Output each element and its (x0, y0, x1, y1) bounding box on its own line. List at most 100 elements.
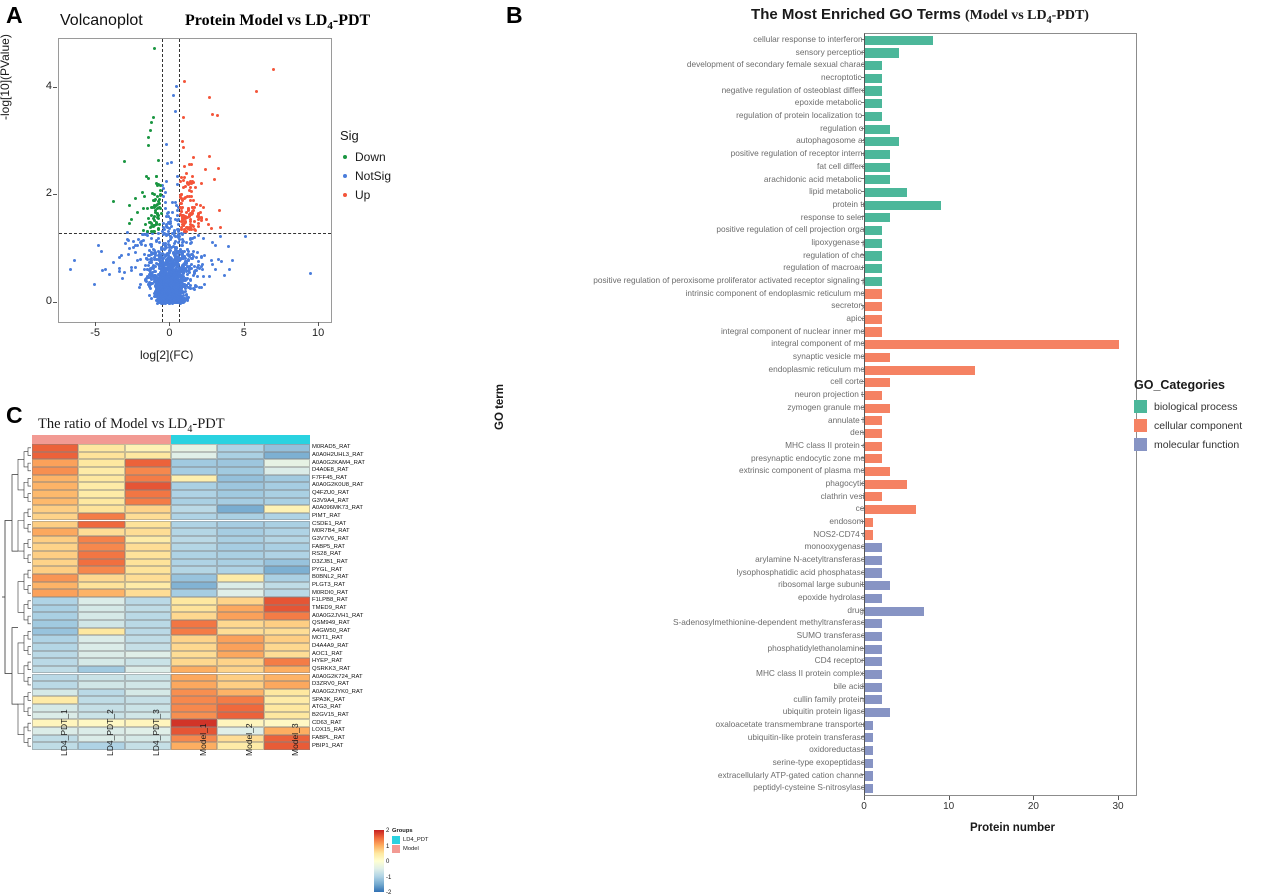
heatmap-cell[interactable] (263, 604, 310, 613)
go-term-row[interactable] (865, 402, 1136, 415)
heatmap-cell[interactable] (32, 466, 79, 475)
heatmap-row[interactable] (32, 558, 310, 567)
heatmap-cell[interactable] (263, 566, 310, 575)
go-term-bar[interactable] (865, 669, 882, 680)
heatmap-cell[interactable] (78, 574, 125, 582)
heatmap-cell[interactable] (78, 642, 125, 651)
heatmap-cell[interactable] (263, 497, 310, 506)
heatmap-cell[interactable] (32, 627, 79, 636)
heatmap-cell[interactable] (217, 528, 264, 536)
heatmap-cell[interactable] (78, 581, 125, 590)
heatmap-cell[interactable] (217, 543, 264, 552)
heatmap-cell[interactable] (124, 459, 171, 467)
heatmap-cell[interactable] (263, 658, 310, 666)
heatmap-cell[interactable] (263, 597, 310, 605)
heatmap-cell[interactable] (78, 528, 125, 536)
heatmap-cell[interactable] (217, 734, 264, 743)
go-term-row[interactable] (865, 110, 1136, 123)
heatmap-cell[interactable] (170, 597, 218, 605)
heatmap-cell[interactable] (124, 604, 171, 613)
heatmap-cell[interactable] (170, 581, 218, 590)
heatmap-row[interactable] (32, 512, 310, 521)
heatmap-row[interactable] (32, 505, 310, 513)
heatmap-cell[interactable] (263, 688, 310, 697)
heatmap-cell[interactable] (217, 635, 264, 643)
heatmap-row[interactable] (32, 474, 310, 483)
heatmap-row[interactable] (32, 635, 310, 643)
heatmap-cell[interactable] (78, 444, 125, 452)
heatmap-cell[interactable] (78, 459, 125, 467)
heatmap-cell[interactable] (124, 497, 171, 506)
go-term-bar[interactable] (865, 746, 874, 756)
go-term-bar[interactable] (865, 784, 874, 794)
go-term-row[interactable] (865, 440, 1136, 453)
go-term-row[interactable] (865, 300, 1136, 313)
go-term-bar[interactable] (865, 682, 882, 692)
heatmap-cell[interactable] (32, 635, 79, 643)
heatmap-cell[interactable] (170, 528, 218, 536)
heatmap-cell[interactable] (170, 642, 218, 651)
heatmap-cell[interactable] (78, 551, 125, 559)
heatmap-cell[interactable] (263, 482, 310, 490)
heatmap-cell[interactable] (124, 489, 171, 498)
heatmap-cell[interactable] (32, 688, 79, 697)
go-term-bar[interactable] (865, 340, 1120, 350)
heatmap-cell[interactable] (124, 482, 171, 490)
go-term-bar[interactable] (865, 149, 891, 160)
go-term-bar[interactable] (865, 733, 874, 743)
go-term-row[interactable] (865, 250, 1136, 263)
go-term-bar[interactable] (865, 454, 882, 464)
go-term-row[interactable] (865, 744, 1136, 757)
heatmap-cell[interactable] (124, 505, 171, 513)
heatmap-cell[interactable] (170, 650, 218, 659)
heatmap-row[interactable] (32, 642, 310, 651)
heatmap-cell[interactable] (170, 520, 218, 529)
heatmap-cell[interactable] (217, 451, 264, 460)
heatmap-cell[interactable] (124, 551, 171, 559)
heatmap-cell[interactable] (263, 704, 310, 712)
heatmap-cell[interactable] (263, 681, 310, 689)
heatmap-cell[interactable] (263, 627, 310, 636)
heatmap-cell[interactable] (32, 497, 79, 506)
heatmap-cell[interactable] (217, 482, 264, 490)
go-term-bar[interactable] (865, 365, 976, 375)
heatmap-cell[interactable] (263, 711, 310, 720)
heatmap-cell[interactable] (32, 566, 79, 575)
go-term-row[interactable] (865, 351, 1136, 364)
heatmap-cell[interactable] (124, 673, 171, 682)
heatmap-cell[interactable] (263, 642, 310, 651)
groups-legend-item[interactable]: Model (392, 845, 428, 853)
heatmap-cell[interactable] (263, 459, 310, 467)
heatmap-cell[interactable] (170, 604, 218, 613)
heatmap-cell[interactable] (263, 665, 310, 674)
heatmap-cell[interactable] (32, 482, 79, 490)
heatmap-cell[interactable] (78, 619, 125, 628)
heatmap-cell[interactable] (124, 520, 171, 529)
heatmap-cell[interactable] (217, 551, 264, 559)
heatmap-row[interactable] (32, 535, 310, 544)
heatmap-row[interactable] (32, 665, 310, 674)
heatmap-cell[interactable] (217, 673, 264, 682)
go-term-row[interactable] (865, 148, 1136, 161)
go-term-row[interactable] (865, 706, 1136, 719)
heatmap-cell[interactable] (170, 742, 218, 750)
heatmap-cell[interactable] (263, 520, 310, 529)
heatmap-cell[interactable] (217, 658, 264, 666)
heatmap-cell[interactable] (124, 589, 171, 597)
heatmap-cell[interactable] (32, 528, 79, 536)
heatmap-cell[interactable] (217, 597, 264, 605)
heatmap-cell[interactable] (170, 589, 218, 597)
go-term-bar[interactable] (865, 213, 891, 223)
heatmap-cell[interactable] (170, 505, 218, 513)
heatmap-cell[interactable] (32, 535, 79, 544)
go-term-row[interactable] (865, 694, 1136, 707)
go-term-bar[interactable] (865, 99, 882, 109)
heatmap-cell[interactable] (78, 505, 125, 513)
heatmap-row[interactable] (32, 581, 310, 590)
heatmap-cell[interactable] (32, 574, 79, 582)
go-term-row[interactable] (865, 123, 1136, 136)
heatmap-cell[interactable] (124, 535, 171, 544)
go-term-row[interactable] (865, 237, 1136, 250)
heatmap-cell[interactable] (170, 681, 218, 689)
heatmap-cell[interactable] (263, 528, 310, 536)
